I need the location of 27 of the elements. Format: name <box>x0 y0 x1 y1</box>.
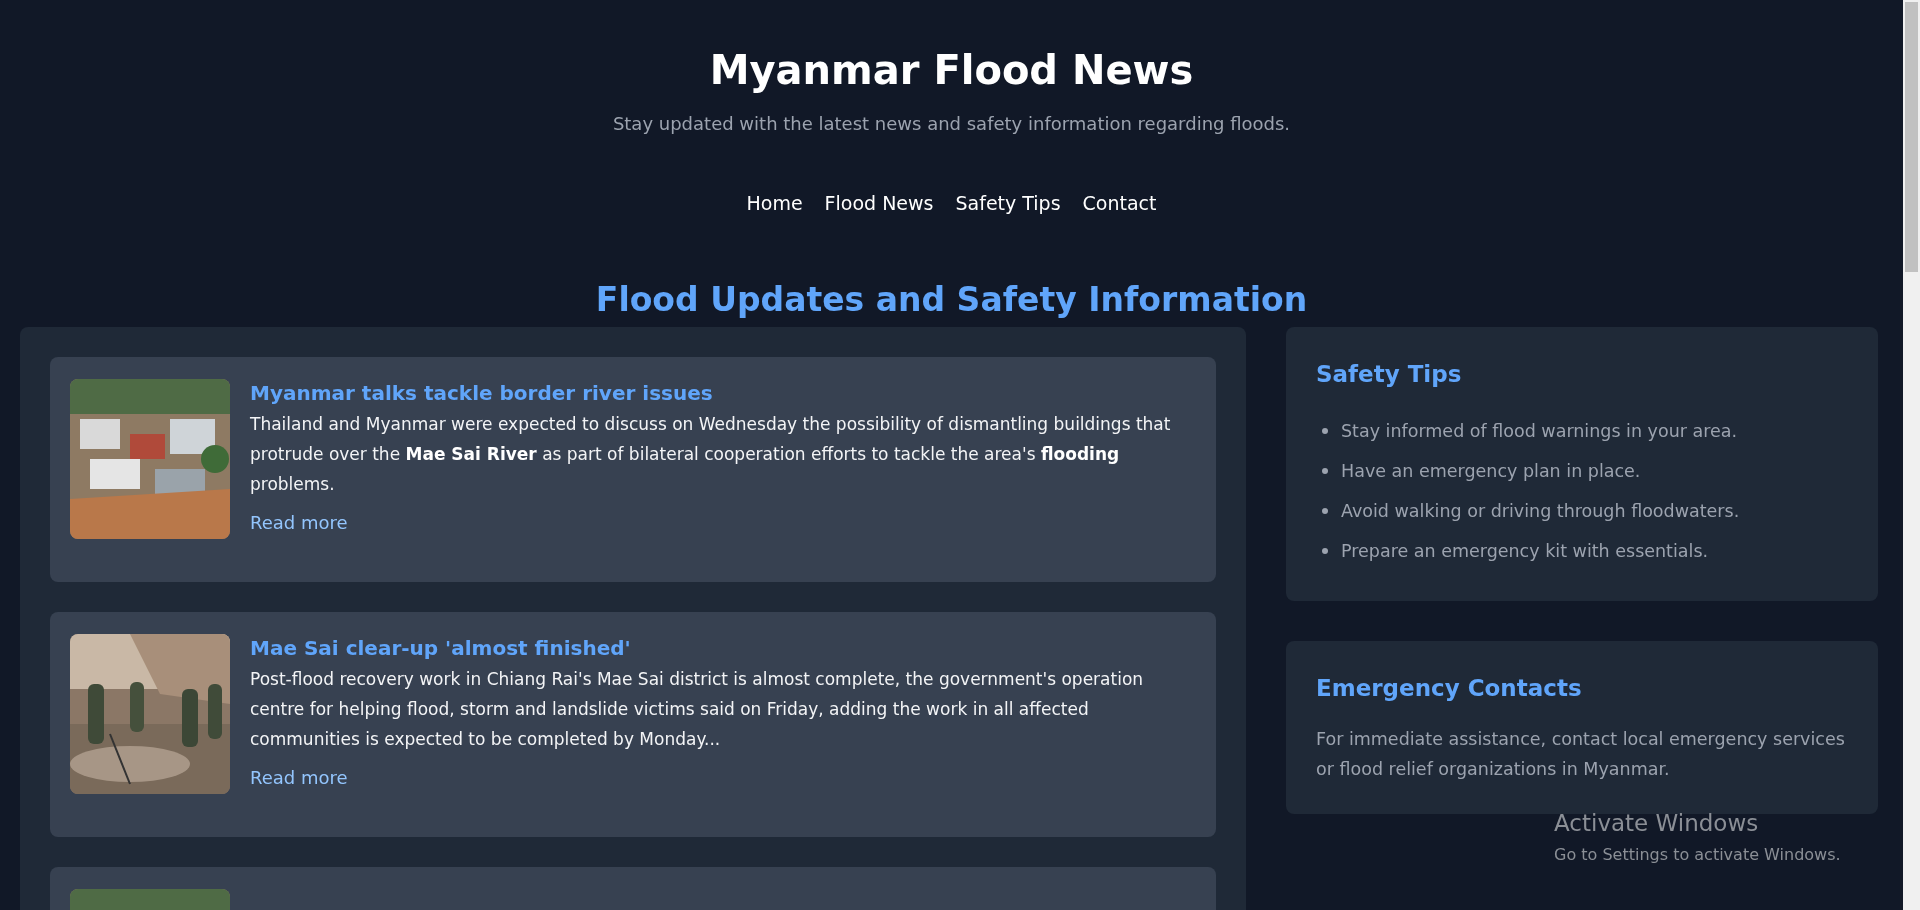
article-title[interactable]: Mae Sai clear-up 'almost finished' <box>250 636 1196 661</box>
page-subtitle: Stay updated with the latest news and safety information regarding floods. <box>611 112 1292 136</box>
bullet-icon <box>1322 427 1328 434</box>
article-summary: Thailand and Myanmar were expected to discuss on Wednesday the possibility of dismantling buildings that protrude over the Mae Sai River as part of bilateral cooperation efforts to tackle the area's flooding problems. <box>250 413 1172 497</box>
activation-title: Activate Windows <box>1554 809 1760 838</box>
bullet-icon <box>1322 547 1328 554</box>
card-title: Safety Tips <box>1316 361 1463 389</box>
tip-item: Prepare an emergency kit with essentials. <box>1341 539 1709 563</box>
tip-item: Stay informed of flood warnings in your area. <box>1341 419 1738 443</box>
nav-link[interactable]: Contact <box>1082 189 1157 218</box>
section-title: Flood Updates and Safety Information <box>594 279 1309 320</box>
nav-link[interactable]: Safety Tips <box>955 189 1061 218</box>
read-more-link[interactable]: Read more <box>250 509 348 537</box>
contacts-text: For immediate assistance, contact local emergency services or flood relief organizations in Myanmar. <box>1316 728 1846 782</box>
card-title: Emergency Contacts <box>1316 674 1583 703</box>
scrollbar[interactable] <box>1903 0 1920 910</box>
activation-text: Go to Settings to activate Windows. <box>1554 843 1841 866</box>
article-summary: Post-flood recovery work in Chiang Rai's Mae Sai district is almost complete, the government's operation centre for helping flood, storm and landslide victims said on Friday, adding the work in all affected communities is expected to be completed by Monday... <box>250 668 1145 752</box>
article-title[interactable]: Myanmar talks tackle border river issues <box>250 381 1196 406</box>
bullet-icon <box>1322 507 1328 514</box>
tip-item: Have an emergency plan in place. <box>1341 459 1641 483</box>
tip-item: Avoid walking or driving through floodwaters. <box>1341 499 1740 523</box>
nav-link[interactable]: Home <box>746 189 803 218</box>
read-more-link[interactable]: Read more <box>250 764 348 792</box>
page-title: Myanmar Flood News <box>708 48 1195 92</box>
nav-link[interactable]: Flood News <box>824 189 934 218</box>
bullet-icon <box>1322 467 1328 474</box>
